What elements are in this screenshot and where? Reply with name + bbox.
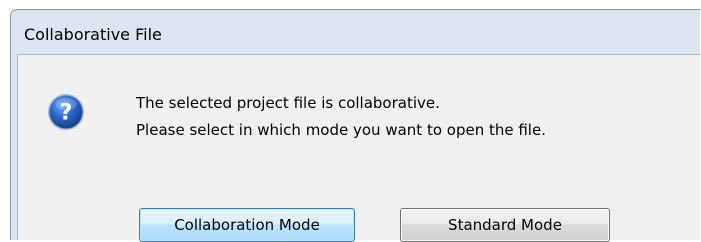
dialog-message: The selected project file is collaborati… [136, 90, 546, 144]
question-icon: ? [47, 93, 85, 131]
dialog-content: ? The selected project file is collabora… [17, 54, 700, 242]
dialog-window: Collaborative File ? The selected projec… [10, 9, 700, 242]
standard-mode-label: Standard Mode [448, 216, 562, 234]
standard-mode-button[interactable]: Standard Mode [400, 208, 610, 242]
svg-text:?: ? [60, 101, 73, 126]
window-title: Collaborative File [24, 25, 162, 44]
message-line-2: Please select in which mode you want to … [136, 121, 546, 139]
collaboration-mode-label: Collaboration Mode [174, 216, 320, 234]
message-line-1: The selected project file is collaborati… [136, 94, 440, 112]
collaboration-mode-button[interactable]: Collaboration Mode [139, 208, 355, 242]
title-bar[interactable]: Collaborative File [11, 10, 700, 54]
